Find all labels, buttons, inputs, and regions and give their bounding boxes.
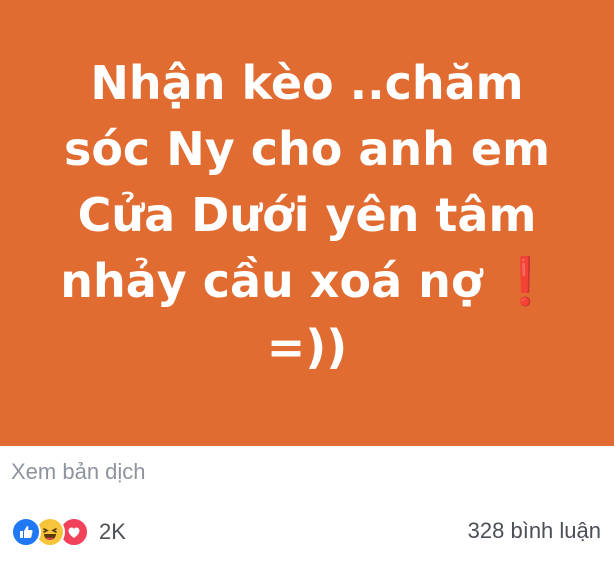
- see-translation-link[interactable]: Xem bản dịch: [11, 459, 146, 485]
- status-line-4-text: nhảy cầu xoá nợ: [60, 254, 483, 308]
- status-line-4: nhảy cầu xoá nợ ❗: [27, 248, 587, 314]
- status-line-2: sóc Ny cho anh em: [63, 122, 551, 176]
- reactions-summary[interactable]: 2K: [11, 517, 126, 547]
- status-line-3: Cửa Dưới yên tâm: [77, 188, 537, 242]
- status-text: Nhận kèo ..chăm sóc Ny cho anh em Cửa Dư…: [27, 50, 587, 380]
- like-icon: [11, 517, 41, 547]
- reaction-bar: 2K 328 bình luận: [0, 510, 614, 554]
- exclamation-icon: ❗: [496, 254, 554, 308]
- facebook-post: Nhận kèo ..chăm sóc Ny cho anh em Cửa Dư…: [0, 0, 614, 562]
- status-line-1: Nhận kèo ..chăm: [90, 56, 524, 110]
- comment-count-link[interactable]: 328 bình luận: [468, 518, 601, 544]
- status-line-5: =)): [266, 320, 348, 374]
- reaction-count: 2K: [99, 519, 126, 544]
- colored-status-card: Nhận kèo ..chăm sóc Ny cho anh em Cửa Dư…: [0, 0, 614, 446]
